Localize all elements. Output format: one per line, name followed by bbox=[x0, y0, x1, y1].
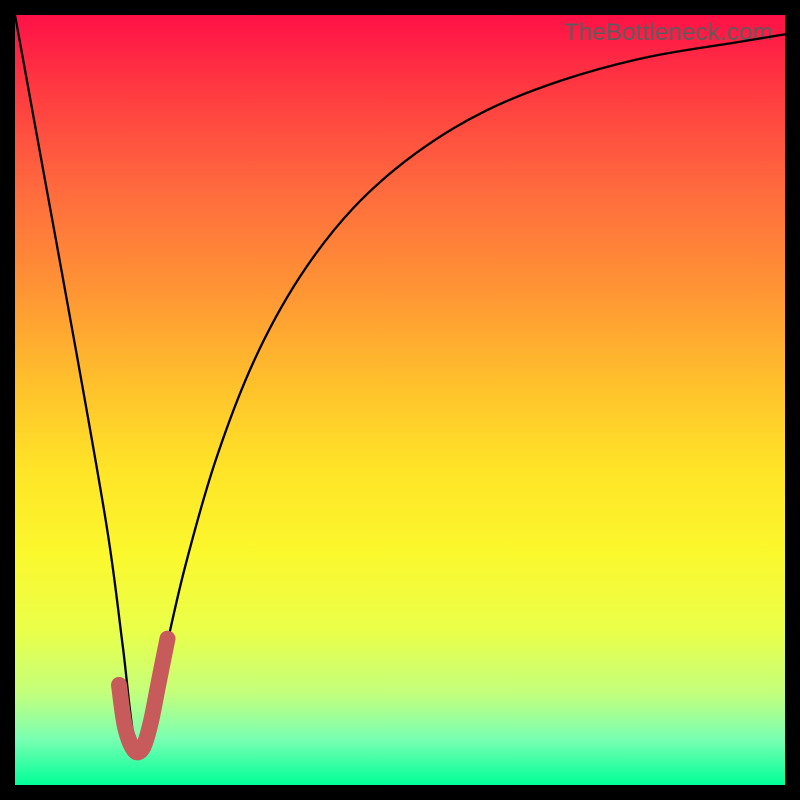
plot-area: TheBottleneck.com bbox=[15, 15, 785, 785]
outer-frame: TheBottleneck.com bbox=[0, 0, 800, 800]
main-curve bbox=[15, 15, 785, 746]
chart-svg bbox=[15, 15, 785, 785]
accent-hook bbox=[119, 639, 168, 753]
